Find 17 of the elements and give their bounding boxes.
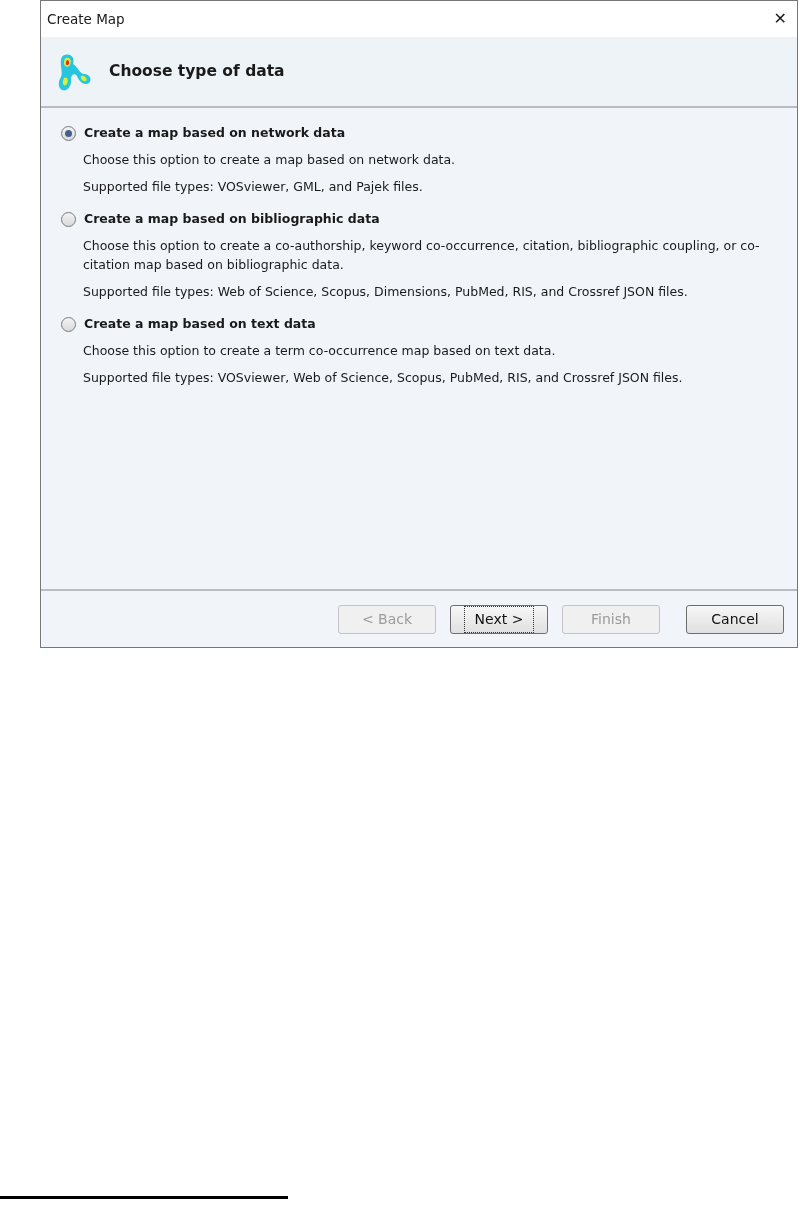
file-types-text: Supported file types: VOSviewer, Web of Science, Scopus, PubMed, RIS, and Crossref JSON files. (83, 368, 684, 387)
file-types-text: Supported file types: Web of Science, Scopus, Dimensions, PubMed, RIS, and Crossref JSON files. (83, 282, 689, 301)
file-types-text: Supported file types: VOSviewer, GML, and Pajek files. (83, 177, 424, 196)
radio-button[interactable] (61, 317, 76, 333)
option-label[interactable]: Create a map based on bibliographic data (84, 210, 380, 229)
radio-button[interactable] (61, 212, 76, 228)
close-icon[interactable]: ✕ (773, 7, 791, 31)
option-description: Choose this option to create a term co-occurrence map based on text data. (83, 342, 557, 360)
option-description: Choose this option to create a co-authorship, keyword co-occurrence, citation, bibliographic coupling, or co-citation map based on bibliographic data. (83, 237, 761, 274)
option-label[interactable]: Create a map based on text data (84, 315, 316, 334)
page-heading: Choose type of data (109, 60, 285, 82)
radio-button[interactable] (61, 125, 76, 141)
wizard-button[interactable]: Cancel (686, 604, 784, 634)
wizard-button[interactable]: Next > (450, 604, 548, 634)
option-label[interactable]: Create a map based on network data (84, 124, 346, 143)
option-description: Choose this option to create a map based on network data. (83, 150, 457, 169)
window-title: Create Map (47, 9, 125, 29)
